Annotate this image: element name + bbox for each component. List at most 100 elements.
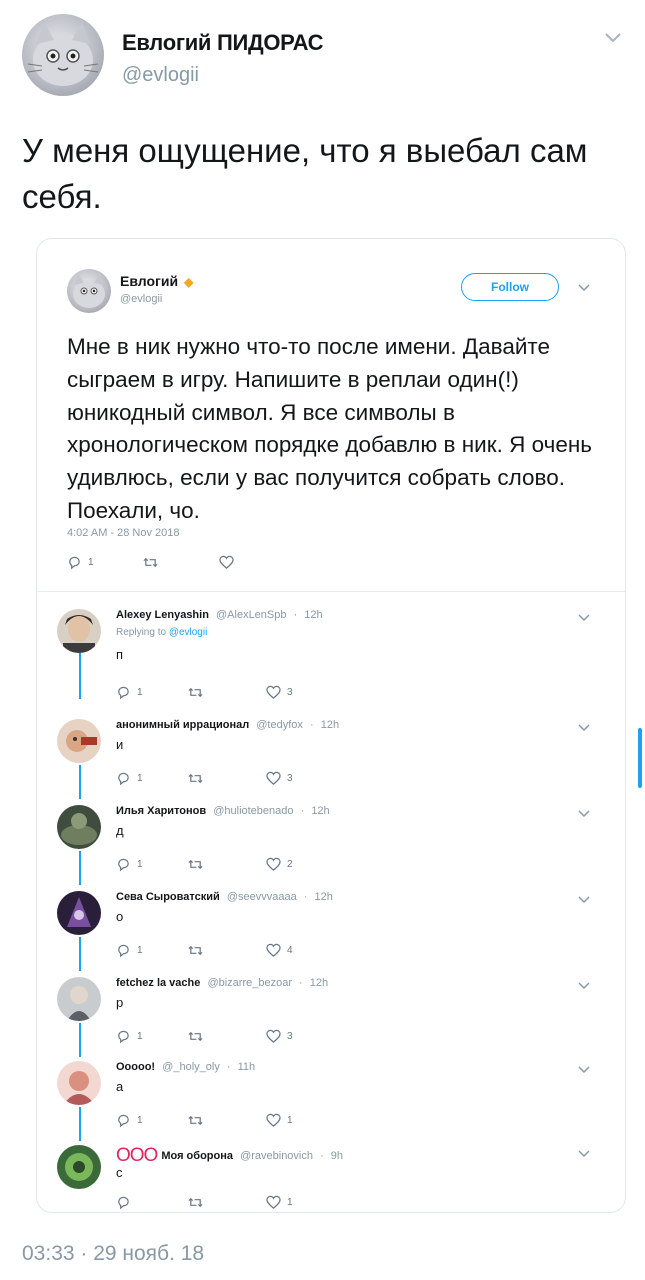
reply-separator: · <box>303 891 308 903</box>
quoted-author-avatar[interactable] <box>67 269 111 313</box>
reply-author-name[interactable]: Alexey Lenyashin <box>116 609 209 621</box>
like-action[interactable]: 3 <box>266 685 293 700</box>
like-action[interactable]: 2 <box>266 857 293 872</box>
author-name[interactable]: Евлогий ПИДОРАС <box>122 30 324 56</box>
reply-avatar[interactable] <box>57 1145 101 1189</box>
retweet-icon <box>188 1197 203 1208</box>
reply-tweet[interactable]: анонимный иррационал @tedyfox · 12h и 1 … <box>37 719 625 807</box>
reply-tweet[interactable]: ООО Моя оборона @ravebinovich · 9h с 1 <box>37 1145 625 1233</box>
tweet-header: Евлогий ПИДОРАС @evlogii <box>22 14 622 104</box>
reply-avatar[interactable] <box>57 609 101 653</box>
reply-tweet[interactable]: Илья Харитонов @huliotebenado · 12h д 1 … <box>37 805 625 893</box>
diamond-icon: ◆ <box>184 275 194 289</box>
chevron-down-icon[interactable] <box>577 1149 591 1159</box>
reply-count: 1 <box>137 1031 143 1042</box>
reply-author-name[interactable]: fetchez la vache <box>116 977 200 989</box>
reply-avatar[interactable] <box>57 891 101 935</box>
retweet-action[interactable] <box>188 685 203 700</box>
retweet-action[interactable] <box>143 555 164 570</box>
quoted-author-name[interactable]: Евлогий ◆ <box>120 273 193 289</box>
reply-author-handle[interactable]: @bizarre_bezoar <box>207 977 292 989</box>
reply-tweet[interactable]: Alexey Lenyashin @AlexLenSpb · 12h Reply… <box>37 609 625 700</box>
author-handle[interactable]: @evlogii <box>122 64 199 87</box>
chevron-down-icon[interactable] <box>604 30 622 44</box>
reply-action[interactable]: 1 <box>116 1113 143 1128</box>
like-action[interactable]: 1 <box>266 1113 293 1128</box>
like-count: 2 <box>287 859 293 870</box>
reply-avatar[interactable] <box>57 719 101 763</box>
reply-author-handle[interactable]: @huliotebenado <box>213 805 293 817</box>
reply-author-name[interactable]: Сева Сыроватский <box>116 891 220 903</box>
replying-to-handle[interactable]: @evlogii <box>169 627 208 638</box>
like-action[interactable]: 4 <box>266 943 293 958</box>
reply-avatar[interactable] <box>57 805 101 849</box>
heart-icon <box>219 555 234 569</box>
reply-time[interactable]: 12h <box>310 977 328 989</box>
reply-author-name[interactable]: анонимный иррационал <box>116 719 249 731</box>
like-count: 3 <box>287 687 293 698</box>
like-action[interactable] <box>219 555 240 570</box>
reply-tweet[interactable]: Сева Сыроватский @seevvvaaaa · 12h о 1 4 <box>37 891 625 979</box>
chevron-down-icon[interactable] <box>577 1065 591 1075</box>
tweet-text: У меня ощущение, что я выебал сам себя. <box>22 132 588 215</box>
reply-action[interactable]: 1 <box>116 685 143 700</box>
chevron-down-icon[interactable] <box>577 809 591 819</box>
chevron-down-icon[interactable] <box>577 283 591 293</box>
reply-action[interactable]: 1 <box>116 857 143 872</box>
retweet-action[interactable] <box>188 857 203 872</box>
like-action[interactable]: 1 <box>266 1195 293 1210</box>
reply-icon <box>69 556 80 570</box>
reply-action[interactable]: 1 <box>67 555 94 570</box>
reply-count: 1 <box>137 687 143 698</box>
retweet-icon <box>188 945 203 956</box>
retweet-action[interactable] <box>188 1029 203 1044</box>
reply-author-handle[interactable]: @ravebinovich <box>240 1150 313 1162</box>
reply-author-name[interactable]: Моя оборона <box>161 1150 233 1162</box>
author-avatar[interactable] <box>22 14 104 96</box>
reply-avatar[interactable] <box>57 977 101 1021</box>
retweet-action[interactable] <box>188 1195 203 1210</box>
retweet-action[interactable] <box>188 771 203 786</box>
reply-time[interactable]: 12h <box>304 609 322 621</box>
reply-author-name[interactable]: Илья Харитонов <box>116 805 206 817</box>
reply-action[interactable]: 1 <box>116 1029 143 1044</box>
retweet-icon <box>188 1031 203 1042</box>
reply-action[interactable]: 1 <box>116 771 143 786</box>
reply-time[interactable]: 12h <box>311 805 329 817</box>
reply-separator: · <box>309 719 314 731</box>
reply-action[interactable]: 1 <box>116 943 143 958</box>
reply-action[interactable] <box>116 1195 137 1210</box>
reply-author-handle[interactable]: @tedyfox <box>256 719 303 731</box>
chevron-down-icon[interactable] <box>577 613 591 623</box>
reply-time[interactable]: 9h <box>331 1150 343 1162</box>
like-count: 3 <box>287 1031 293 1042</box>
reply-author-name[interactable]: Ooooo! <box>116 1061 155 1073</box>
heart-icon <box>266 1029 281 1043</box>
tweet-timestamp[interactable]: 03:33 · 29 нояб. 18 <box>22 1242 204 1266</box>
reply-tweet[interactable]: fetchez la vache @bizarre_bezoar · 12h р… <box>37 977 625 1065</box>
reply-avatar[interactable] <box>57 1061 101 1105</box>
retweet-action[interactable] <box>188 1113 203 1128</box>
reply-time[interactable]: 12h <box>315 891 333 903</box>
chevron-down-icon[interactable] <box>577 895 591 905</box>
follow-button[interactable]: Follow <box>461 273 559 301</box>
quoted-timestamp[interactable]: 4:02 AM - 28 Nov 2018 <box>67 527 180 539</box>
reply-text: д <box>116 823 124 838</box>
like-action[interactable]: 3 <box>266 771 293 786</box>
like-count: 4 <box>287 945 293 956</box>
reply-tweet[interactable]: Ooooo! @_holy_oly · 11h а 1 1 <box>37 1061 625 1149</box>
retweet-icon <box>188 687 203 698</box>
retweet-action[interactable] <box>188 943 203 958</box>
quoted-author-handle[interactable]: @evlogii <box>120 293 162 305</box>
chevron-down-icon[interactable] <box>577 723 591 733</box>
scrollbar[interactable] <box>638 728 642 788</box>
reply-time[interactable]: 12h <box>321 719 339 731</box>
reply-author-handle[interactable]: @AlexLenSpb <box>216 609 287 621</box>
chevron-down-icon[interactable] <box>577 981 591 991</box>
reply-author-handle[interactable]: @seevvvaaaa <box>227 891 297 903</box>
like-action[interactable]: 3 <box>266 1029 293 1044</box>
reply-time[interactable]: 11h <box>238 1061 256 1073</box>
reply-icon <box>118 944 129 958</box>
reply-header: Сева Сыроватский @seevvvaaaa · 12h <box>116 891 333 903</box>
reply-author-handle[interactable]: @_holy_oly <box>162 1061 220 1073</box>
